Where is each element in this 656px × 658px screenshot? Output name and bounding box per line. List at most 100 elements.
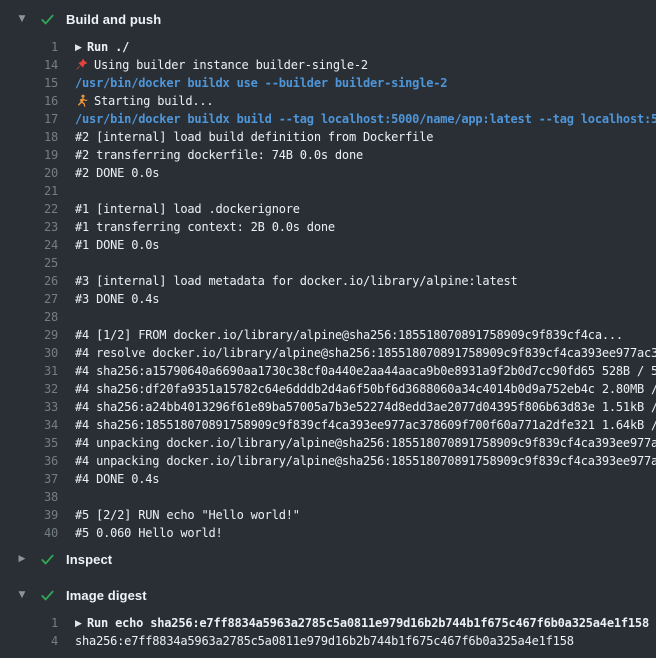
log-text: #4 unpacking docker.io/library/alpine@sh…	[75, 452, 656, 470]
log-line: 25	[0, 254, 656, 272]
log-text: #4 unpacking docker.io/library/alpine@sh…	[75, 434, 656, 452]
line-number[interactable]: 22	[0, 200, 58, 218]
run-command-line: ▶Run ./	[75, 38, 656, 56]
log-text: #4 resolve docker.io/library/alpine@sha2…	[75, 344, 656, 362]
section-header-build-and-push[interactable]: ▼Build and push	[0, 6, 656, 32]
line-number[interactable]: 30	[0, 344, 58, 362]
log-text	[75, 488, 656, 506]
log-line: 38	[0, 488, 656, 506]
log-text: sha256:e7ff8834a5963a2785c5a0811e979d16b…	[75, 632, 656, 650]
pushpin-icon	[75, 58, 94, 72]
line-number[interactable]: 15	[0, 74, 58, 92]
log-text: #4 sha256:df20fa9351a15782c64e6dddb2d4a6…	[75, 382, 656, 396]
chevron-right-icon[interactable]: ▶	[75, 615, 87, 632]
chevron-down-icon[interactable]: ▼	[16, 6, 28, 32]
line-number[interactable]: 31	[0, 362, 58, 380]
line-number[interactable]: 1	[0, 38, 58, 56]
log-text: #2 DONE 0.0s	[75, 164, 656, 182]
log-line: 35 #4 unpacking docker.io/library/alpine@…	[0, 434, 656, 452]
chevron-right-icon[interactable]: ▶	[16, 546, 28, 572]
line-number[interactable]: 25	[0, 254, 58, 272]
check-icon	[40, 552, 66, 567]
log-text: #3 DONE 0.4s	[75, 292, 159, 306]
log-line: 28	[0, 308, 656, 326]
log-text: #1 [internal] load .dockerignore	[75, 202, 300, 216]
log-text: #4 sha256:a24bb4013296f61e89ba57005a7b3e…	[75, 400, 656, 414]
section-header-image-digest[interactable]: ▼ Image digest	[0, 582, 656, 608]
log-line: 1 ▶Run ./	[0, 38, 656, 56]
log-text: #4 [1/2] FROM docker.io/library/alpine@s…	[75, 326, 656, 344]
line-number[interactable]: 29	[0, 326, 58, 344]
line-number[interactable]: 32	[0, 380, 58, 398]
log-text: Run ./	[87, 40, 129, 54]
runner-icon	[75, 94, 94, 108]
log-text: #2 DONE 0.0s	[75, 166, 159, 180]
log-text: #5 [2/2] RUN echo "Hello world!"	[75, 508, 300, 522]
log-line: 33 #4 sha256:a24bb4013296f61e89ba57005a7b…	[0, 398, 656, 416]
log-text: #4 [1/2] FROM docker.io/library/alpine@s…	[75, 328, 623, 342]
line-number[interactable]: 36	[0, 452, 58, 470]
log-text: #4 DONE 0.4s	[75, 470, 656, 488]
log-line: 29 #4 [1/2] FROM docker.io/library/alpine…	[0, 326, 656, 344]
line-number[interactable]: 1	[0, 614, 58, 632]
log-text	[75, 182, 656, 200]
line-number[interactable]: 38	[0, 488, 58, 506]
line-number[interactable]: 17	[0, 110, 58, 128]
log-text: #1 transferring context: 2B 0.0s done	[75, 218, 656, 236]
log-line: 20 #2 DONE 0.0s	[0, 164, 656, 182]
command-text: /usr/bin/docker buildx build --tag local…	[75, 110, 656, 128]
log-text: /usr/bin/docker buildx build --tag local…	[75, 112, 656, 126]
log-text: #4 DONE 0.4s	[75, 472, 159, 486]
line-number[interactable]: 28	[0, 308, 58, 326]
log-text: Starting build...	[75, 92, 656, 110]
line-number[interactable]: 37	[0, 470, 58, 488]
line-number[interactable]: 27	[0, 290, 58, 308]
line-number[interactable]: 35	[0, 434, 58, 452]
log-line: 23 #1 transferring context: 2B 0.0s done	[0, 218, 656, 236]
line-number[interactable]: 14	[0, 56, 58, 74]
line-number[interactable]: 26	[0, 272, 58, 290]
log-line: 30 #4 resolve docker.io/library/alpine@sh…	[0, 344, 656, 362]
log-text: #3 DONE 0.4s	[75, 290, 656, 308]
log-line: 22 #1 [internal] load .dockerignore	[0, 200, 656, 218]
log-line: 31 #4 sha256:a15790640a6690aa1730c38cf0a4…	[0, 362, 656, 380]
log-text: /usr/bin/docker buildx use --builder bui…	[75, 76, 447, 90]
log-text: #5 0.060 Hello world!	[75, 524, 656, 542]
log-lines-build-and-push: 1 ▶Run ./ 14 Using builder instance builder…	[0, 38, 656, 542]
log-line: 4 sha256:e7ff8834a5963a2785c5a0811e979d16…	[0, 632, 656, 650]
line-number[interactable]: 24	[0, 236, 58, 254]
log-text: #4 sha256:df20fa9351a15782c64e6dddb2d4a6…	[75, 380, 656, 398]
log-text: #5 [2/2] RUN echo "Hello world!"	[75, 506, 656, 524]
line-number[interactable]: 21	[0, 182, 58, 200]
log-text: #4 sha256:a24bb4013296f61e89ba57005a7b3e…	[75, 398, 656, 416]
line-number[interactable]: 33	[0, 398, 58, 416]
log-text: Using builder instance builder-single-2	[75, 56, 656, 74]
chevron-down-icon[interactable]: ▼	[16, 582, 28, 608]
line-number[interactable]: 4	[0, 632, 58, 650]
chevron-right-icon[interactable]: ▶	[75, 39, 87, 56]
log-line: 24 #1 DONE 0.0s	[0, 236, 656, 254]
log-text: #4 sha256:185518070891758909c9f839cf4ca3…	[75, 416, 656, 434]
log-text: #4 unpacking docker.io/library/alpine@sh…	[75, 454, 656, 468]
line-number[interactable]: 34	[0, 416, 58, 434]
line-number[interactable]: 18	[0, 128, 58, 146]
log-lines-image-digest: 1▶Run echo sha256:e7ff8834a5963a2785c5a0…	[0, 614, 656, 650]
section-header-inspect[interactable]: ▶Inspect	[0, 546, 656, 572]
section-label: Image digest	[66, 588, 147, 603]
log-line: 32 #4 sha256:df20fa9351a15782c64e6dddb2d4…	[0, 380, 656, 398]
line-number[interactable]: 39	[0, 506, 58, 524]
line-number[interactable]: 20	[0, 164, 58, 182]
log-text: #4 sha256:a15790640a6690aa1730c38cf0a440…	[75, 364, 656, 378]
log-text: #4 sha256:a15790640a6690aa1730c38cf0a440…	[75, 362, 656, 380]
log-line: 39 #5 [2/2] RUN echo "Hello world!"	[0, 506, 656, 524]
line-number[interactable]: 40	[0, 524, 58, 542]
check-icon	[40, 588, 66, 603]
log-text: #1 DONE 0.0s	[75, 238, 159, 252]
line-number[interactable]: 16	[0, 92, 58, 110]
log-line: 1▶Run echo sha256:e7ff8834a5963a2785c5a0…	[0, 614, 656, 632]
line-number[interactable]: 23	[0, 218, 58, 236]
log-line: 14 Using builder instance builder-single-…	[0, 56, 656, 74]
log-text: #4 unpacking docker.io/library/alpine@sh…	[75, 436, 656, 450]
line-number[interactable]: 19	[0, 146, 58, 164]
log-text: #2 [internal] load build definition from…	[75, 130, 433, 144]
